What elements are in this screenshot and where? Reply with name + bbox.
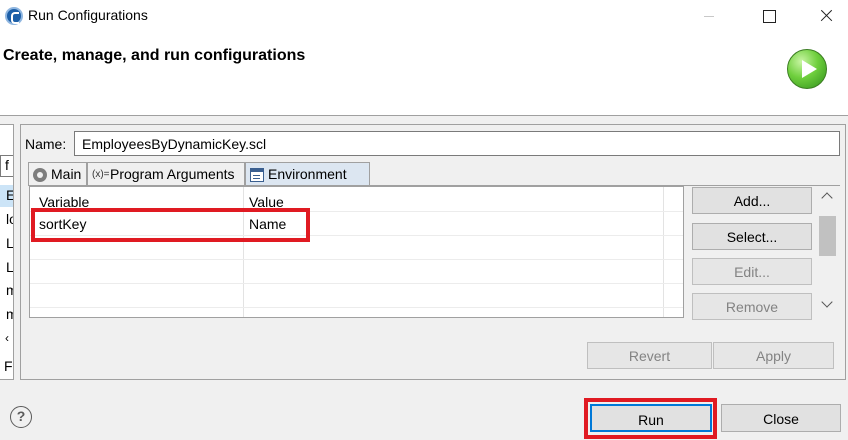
- tab-main-label: Main: [51, 166, 82, 182]
- add-button[interactable]: Add...: [692, 187, 812, 214]
- main-icon: [33, 168, 47, 182]
- name-label: Name:: [25, 136, 67, 152]
- tab-main[interactable]: Main: [28, 162, 87, 186]
- tree-item[interactable]: E: [6, 187, 13, 203]
- tab-environment[interactable]: Environment: [245, 162, 370, 187]
- remove-button[interactable]: Remove: [692, 293, 812, 320]
- close-window-button[interactable]: [802, 0, 848, 32]
- tab-program-arguments-label: Program Arguments: [110, 166, 235, 182]
- tree-item[interactable]: L: [6, 235, 13, 251]
- apply-button[interactable]: Apply: [713, 342, 834, 369]
- table-row[interactable]: [30, 259, 683, 283]
- maximize-button[interactable]: [745, 0, 791, 32]
- environment-icon: [250, 168, 264, 182]
- title-bar: Run Configurations: [0, 0, 848, 32]
- name-input[interactable]: EmployeesByDynamicKey.scl: [74, 131, 840, 156]
- edit-button[interactable]: Edit...: [692, 258, 812, 285]
- row-highlight-box: [31, 208, 310, 242]
- close-button[interactable]: Close: [721, 404, 841, 432]
- dialog-header: Create, manage, and run configurations: [0, 32, 848, 116]
- window-title: Run Configurations: [28, 7, 148, 23]
- table-row[interactable]: [30, 283, 683, 307]
- tab-program-arguments[interactable]: (x)= Program Arguments: [87, 162, 245, 186]
- select-button[interactable]: Select...: [692, 223, 812, 250]
- scrollbar-thumb[interactable]: [819, 216, 836, 256]
- scroll-left-arrow-icon[interactable]: ‹: [5, 331, 9, 345]
- arguments-icon: (x)=: [92, 169, 110, 180]
- tree-item[interactable]: lo: [6, 211, 13, 227]
- tree-item[interactable]: m: [6, 282, 13, 298]
- minimize-button[interactable]: [686, 0, 732, 32]
- chevron-up-icon[interactable]: [821, 192, 833, 204]
- chevron-down-icon[interactable]: [821, 296, 833, 308]
- filter-status-text: Fi: [4, 358, 13, 374]
- filter-text: f: [5, 157, 9, 173]
- tab-environment-label: Environment: [268, 166, 347, 182]
- eclipse-app-icon: [5, 7, 23, 25]
- vertical-scrollbar[interactable]: [818, 186, 837, 318]
- tree-item[interactable]: L: [6, 259, 13, 275]
- run-highlight-box: [584, 398, 717, 439]
- run-banner-icon: [787, 49, 827, 89]
- table-row[interactable]: [30, 307, 683, 317]
- filter-input[interactable]: f: [0, 155, 13, 177]
- header-title: Create, manage, and run configurations: [3, 47, 306, 64]
- tree-item[interactable]: m: [6, 306, 13, 322]
- help-icon[interactable]: ?: [10, 406, 32, 428]
- environment-variables-table[interactable]: Variable Value sortKey Name: [29, 186, 684, 318]
- revert-button[interactable]: Revert: [587, 342, 712, 369]
- configuration-tree-panel[interactable]: f E lo L L m m ‹ Fi: [0, 124, 14, 380]
